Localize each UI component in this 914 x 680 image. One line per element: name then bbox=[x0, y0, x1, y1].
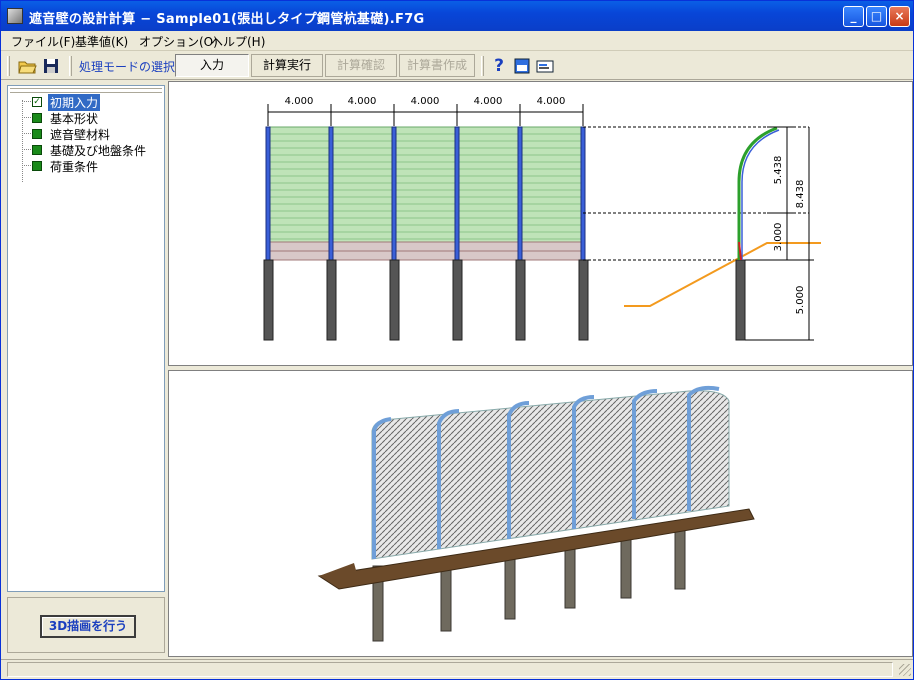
report-button[interactable]: 計算書作成 bbox=[399, 54, 475, 77]
open-folder-icon[interactable] bbox=[17, 56, 37, 76]
span-dim-5: 4.000 bbox=[537, 96, 566, 107]
span-dim-3: 4.000 bbox=[411, 96, 440, 107]
menu-bar: ファイル(F) 基準値(K) オプション(O) ヘルプ(H) bbox=[1, 31, 913, 51]
menu-help[interactable]: ヘルプ(H) bbox=[211, 33, 265, 50]
window-icon[interactable] bbox=[512, 56, 532, 76]
menu-file[interactable]: ファイル(F) bbox=[11, 33, 75, 50]
window-title: 遮音壁の設計計算 − Sample01(張出しタイプ鋼管杭基礎).F7G bbox=[29, 12, 425, 27]
confirm-button[interactable]: 計算確認 bbox=[325, 54, 397, 77]
app-window: 遮音壁の設計計算 − Sample01(張出しタイプ鋼管杭基礎).F7G _ □… bbox=[0, 0, 914, 680]
span-dim-1: 4.000 bbox=[285, 96, 314, 107]
toolbar-grip[interactable] bbox=[7, 56, 10, 76]
checkbox-icon: ✓ bbox=[32, 97, 42, 107]
green-square-icon bbox=[32, 113, 42, 123]
toolbar-grip[interactable] bbox=[69, 56, 72, 76]
dim-upper: 5.438 bbox=[773, 156, 784, 185]
status-cell bbox=[7, 662, 893, 677]
save-icon[interactable] bbox=[41, 56, 61, 76]
resize-grip[interactable] bbox=[899, 664, 911, 676]
elevation-drawing: 4.000 4.000 4.000 4.000 4.000 5.438 8.43… bbox=[263, 96, 821, 341]
dim-wall: 3.000 bbox=[773, 223, 784, 252]
menu-standard[interactable]: 基準値(K) bbox=[75, 33, 128, 50]
span-dim-4: 4.000 bbox=[474, 96, 503, 107]
green-square-icon bbox=[32, 129, 42, 139]
title-bar[interactable]: 遮音壁の設計計算 − Sample01(張出しタイプ鋼管杭基礎).F7G _ □… bbox=[1, 1, 913, 31]
status-bar bbox=[1, 659, 913, 679]
section-pile bbox=[735, 259, 746, 341]
menu-options[interactable]: オプション(O) bbox=[139, 33, 218, 50]
green-square-icon bbox=[32, 145, 42, 155]
app-icon[interactable] bbox=[7, 8, 23, 24]
toolbar-grip[interactable] bbox=[481, 56, 484, 76]
input-mode-button[interactable]: 入力 bbox=[175, 54, 249, 77]
view-3d-panel[interactable] bbox=[168, 370, 913, 657]
dim-total: 8.438 bbox=[795, 180, 806, 209]
help-icon[interactable]: ? bbox=[489, 56, 509, 76]
green-square-icon bbox=[32, 161, 42, 171]
tree-line bbox=[22, 100, 23, 182]
drawing-2d-panel[interactable]: 4.000 4.000 4.000 4.000 4.000 5.438 8.43… bbox=[168, 81, 913, 366]
dim-pile: 5.000 bbox=[795, 286, 806, 315]
draw-3d-button[interactable]: 3D描画を行う bbox=[40, 615, 136, 638]
input-tree[interactable]: ✓ 初期入力 基本形状 遮音壁材料 基礎及び地盤条件 荷重条件 bbox=[7, 85, 165, 592]
execute-button[interactable]: 計算実行 bbox=[251, 54, 323, 77]
mode-label: 処理モードの選択 bbox=[79, 60, 176, 74]
ground-line bbox=[624, 242, 821, 307]
maximize-button[interactable]: □ bbox=[866, 6, 887, 27]
tree-header bbox=[10, 88, 162, 93]
minimize-button[interactable]: _ bbox=[843, 6, 864, 27]
close-button[interactable]: × bbox=[889, 6, 910, 27]
card-icon[interactable] bbox=[535, 56, 555, 76]
left-panel: ✓ 初期入力 基本形状 遮音壁材料 基礎及び地盤条件 荷重条件 3D描画を行う bbox=[7, 85, 165, 655]
button-area: 3D描画を行う bbox=[7, 597, 165, 653]
span-dim-2: 4.000 bbox=[348, 96, 377, 107]
toolbar: 処理モードの選択 入力 計算実行 計算確認 計算書作成 ? bbox=[1, 52, 913, 80]
3d-view bbox=[317, 385, 755, 642]
